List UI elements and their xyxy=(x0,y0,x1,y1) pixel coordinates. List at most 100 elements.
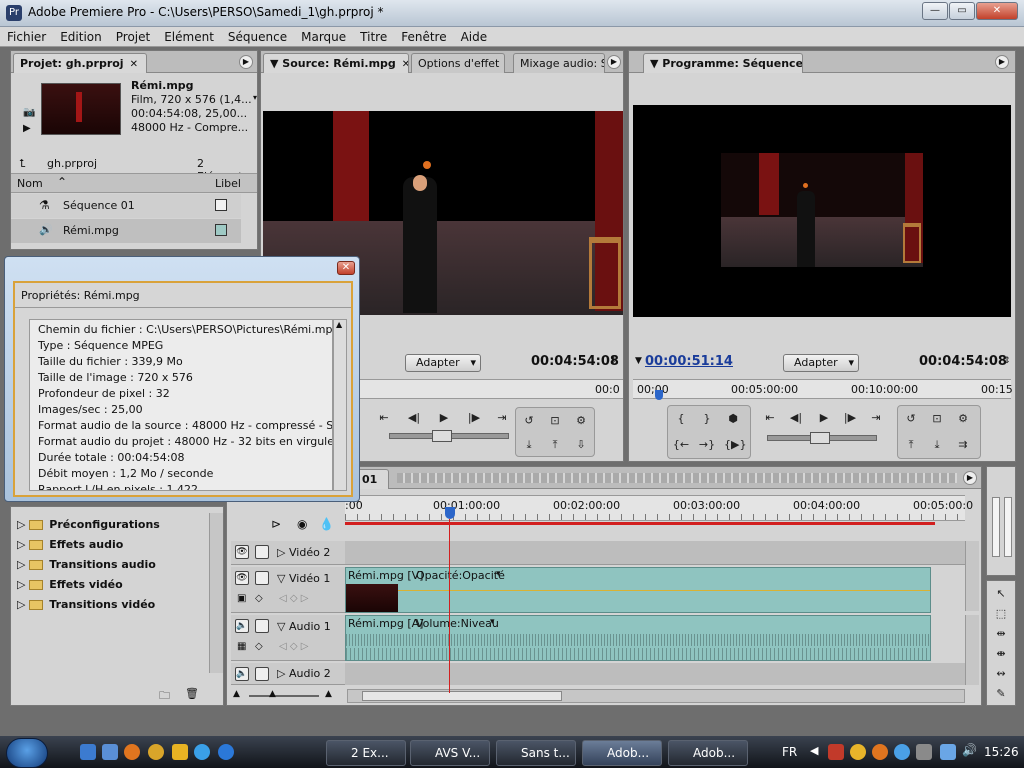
sort-ascending-icon[interactable]: ⌃ xyxy=(57,175,67,189)
expand-icon[interactable]: ▷ xyxy=(277,546,285,559)
step-back-icon[interactable]: ⇤ xyxy=(761,409,779,427)
expand-icon[interactable]: ▷ xyxy=(17,538,29,551)
step-forward-icon[interactable]: ⇥ xyxy=(493,409,511,427)
video-clip[interactable]: Rémi.mpg [V] Opacité:Opacité ▾ xyxy=(345,567,931,613)
clip-effect[interactable]: Volume:Niveau xyxy=(416,617,499,630)
track-lane-audio2[interactable] xyxy=(345,663,965,685)
jog-shuttle-slider[interactable] xyxy=(767,432,877,444)
keyframe-icon[interactable]: 💧 xyxy=(319,517,334,531)
program-time-ruler[interactable]: 00;00 00:05:00:00 00:10:00:00 00:15 xyxy=(633,379,1013,400)
expand-icon[interactable]: ▷ xyxy=(277,667,285,680)
waveform-icon[interactable]: ▦ xyxy=(237,641,246,652)
rolling-edit-tool-icon[interactable]: ⇼ xyxy=(992,645,1010,663)
panel-menu-icon[interactable]: ▶ xyxy=(239,55,253,69)
loop-icon[interactable]: ↺ xyxy=(520,412,538,430)
extract-icon[interactable]: ⤓ xyxy=(928,436,946,454)
taskbar-button-avs[interactable]: AVS V... xyxy=(410,740,490,766)
program-current-time[interactable]: 00:00:51:14 xyxy=(645,354,733,369)
info-dropdown-icon[interactable]: ▾ xyxy=(253,93,257,102)
menu-fenetre[interactable]: Fenêtre xyxy=(394,27,453,47)
ripple-edit-tool-icon[interactable]: ⇹ xyxy=(992,625,1010,643)
taskbar-button-paint[interactable]: Sans t... xyxy=(496,740,576,766)
messenger-icon[interactable] xyxy=(194,744,210,760)
dialog-close-button[interactable]: ✕ xyxy=(337,261,355,275)
scroll-thumb[interactable] xyxy=(362,691,562,701)
step-back-frame-icon[interactable]: ◀| xyxy=(405,409,423,427)
collapse-icon[interactable]: ▽ xyxy=(277,620,285,633)
language-indicator[interactable]: FR xyxy=(782,745,797,759)
zoom-knob[interactable]: ▲ xyxy=(269,689,276,699)
keyframe-toggle-icon[interactable]: ◇ xyxy=(255,593,263,604)
menu-sequence[interactable]: Séquence xyxy=(221,27,294,47)
tab-audio-mixer[interactable]: Mixage audio: Sé xyxy=(513,53,605,73)
rate-stretch-tool-icon[interactable]: ↭ xyxy=(992,665,1010,683)
list-item[interactable]: ⚗ Séquence 01 xyxy=(11,194,241,218)
close-button[interactable]: ✕ xyxy=(976,2,1018,20)
program-fit-select[interactable]: Adapter ▾ xyxy=(783,354,859,372)
timeline-playhead-handle[interactable] xyxy=(445,507,455,519)
timeline-zoom-bar[interactable] xyxy=(397,473,957,483)
expand-icon[interactable]: ▷ xyxy=(17,578,29,591)
shuttle-knob[interactable] xyxy=(432,430,452,442)
selection-tool-icon[interactable]: ↖ xyxy=(992,585,1010,603)
go-to-in-icon[interactable]: {← xyxy=(672,436,690,454)
menu-edition[interactable]: Edition xyxy=(53,27,109,47)
keyframe-nav-icon[interactable]: ◁ ◇ ▷ xyxy=(279,641,308,652)
expand-icon[interactable]: ▷ xyxy=(17,598,29,611)
loop-icon[interactable]: ↺ xyxy=(902,410,920,428)
effects-folder-audio-effects[interactable]: ▷ Effets audio xyxy=(11,535,207,555)
effects-scrollbar[interactable] xyxy=(209,513,223,673)
step-forward-icon[interactable]: ⇥ xyxy=(867,409,885,427)
effects-folder-video-transitions[interactable]: ▷ Transitions vidéo xyxy=(11,595,207,615)
tab-source[interactable]: ▼ Source: Rémi.mpg✕ xyxy=(263,53,409,73)
keyframe-nav-icon[interactable]: ◁ ◇ ▷ xyxy=(279,593,308,604)
keyframe-toggle-icon[interactable]: ◇ xyxy=(255,641,263,652)
step-back-frame-icon[interactable]: ◀| xyxy=(787,409,805,427)
speaker-icon[interactable]: 🔈 xyxy=(235,619,249,633)
maximize-button[interactable]: ▭ xyxy=(949,2,975,20)
scroll-up-icon[interactable]: ▲ xyxy=(336,320,342,329)
zoom-out-icon[interactable]: ▲ xyxy=(233,689,240,699)
tray-app-icon[interactable] xyxy=(894,744,910,760)
label-swatch[interactable] xyxy=(215,199,227,211)
step-back-icon[interactable]: ⇤ xyxy=(375,409,393,427)
label-swatch[interactable] xyxy=(215,224,227,236)
list-item[interactable]: 🔊 Rémi.mpg xyxy=(11,219,241,243)
firefox-icon[interactable] xyxy=(124,744,140,760)
effects-folder-presets[interactable]: ▷ Préconfigurations xyxy=(11,515,207,535)
timeline-ruler[interactable]: :00 00:01:00:00 00:02:00:00 00:03:00:00 … xyxy=(345,495,973,525)
column-label[interactable]: Libel xyxy=(215,177,241,190)
overlay-icon[interactable]: ⤒ xyxy=(546,436,564,454)
lock-icon[interactable] xyxy=(255,667,269,681)
ie-icon[interactable] xyxy=(218,744,234,760)
new-bin-icon[interactable]: 🗀 xyxy=(159,687,170,706)
speaker-icon[interactable]: 🔈 xyxy=(235,667,249,681)
delete-icon[interactable]: 🗑 xyxy=(185,687,199,700)
set-marker-icon[interactable]: ⬢ xyxy=(724,410,742,428)
menu-fichier[interactable]: Fichier xyxy=(0,27,53,47)
tray-expand-icon[interactable]: ◀ xyxy=(810,744,818,757)
network-icon[interactable] xyxy=(940,744,956,760)
tab-effect-options[interactable]: Options d'effet xyxy=(411,53,505,73)
clip-effect[interactable]: Opacité:Opacité xyxy=(416,569,505,582)
eye-icon[interactable]: 👁 xyxy=(235,545,249,559)
media-icon[interactable] xyxy=(172,744,188,760)
menu-titre[interactable]: Titre xyxy=(353,27,394,47)
expand-icon[interactable]: ▷ xyxy=(17,558,29,571)
trim-icon[interactable]: ⇉ xyxy=(954,436,972,454)
panel-menu-icon[interactable]: ▶ xyxy=(963,471,977,485)
video-tracks-scrollbar[interactable] xyxy=(965,541,979,611)
lock-icon[interactable] xyxy=(255,545,269,559)
tab-project[interactable]: Projet: gh.prproj ✕ xyxy=(13,53,147,73)
volume-icon[interactable]: 🔊 xyxy=(962,743,977,757)
audio-clip[interactable]: Rémi.mpg [A] Volume:Niveau ▾ xyxy=(345,615,931,661)
safe-margins-icon[interactable]: ⊡ xyxy=(928,410,946,428)
tray-app-icon[interactable] xyxy=(850,744,866,760)
playhead-marker[interactable] xyxy=(655,390,663,400)
step-forward-frame-icon[interactable]: |▶ xyxy=(841,409,859,427)
tray-app-icon[interactable] xyxy=(828,744,844,760)
insert-icon[interactable]: ⤓ xyxy=(520,436,538,454)
step-forward-frame-icon[interactable]: |▶ xyxy=(465,409,483,427)
lock-icon[interactable] xyxy=(255,619,269,633)
menu-element[interactable]: Elément xyxy=(157,27,221,47)
